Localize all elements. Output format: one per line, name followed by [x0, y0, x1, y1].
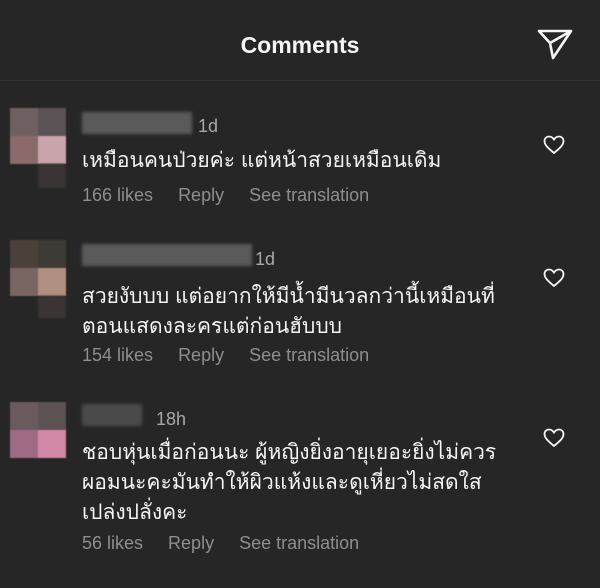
comment-text: ชอบหุ่นเมื่อก่อนนะ ผู้หญิงยิ่งอายุเยอะยิ…	[82, 438, 496, 528]
comment-meta: 166 likes Reply See translation	[82, 185, 389, 206]
reply-button[interactable]: Reply	[178, 345, 224, 365]
avatar[interactable]	[10, 108, 66, 164]
comment-line: ชอบหุ่นเมื่อก่อนนะ ผู้หญิงยิ่งอายุเยอะยิ…	[82, 441, 497, 464]
comment-time: 18h	[156, 409, 187, 429]
heart-outline-icon[interactable]	[543, 135, 565, 155]
reply-button[interactable]: Reply	[168, 533, 214, 553]
username[interactable]	[82, 244, 252, 268]
comment-time: 1d	[255, 249, 276, 269]
comment-text: เหมือนคนป่วยค่ะ แต่หน้าสวยเหมือนเดิม	[82, 146, 441, 176]
see-translation-button[interactable]: See translation	[249, 345, 369, 365]
heart-outline-icon[interactable]	[543, 428, 565, 448]
see-translation-button[interactable]: See translation	[249, 185, 369, 205]
header-bar: Comments	[0, 0, 600, 81]
likes-count[interactable]: 154 likes	[82, 345, 153, 365]
comment-meta: 56 likes Reply See translation	[82, 533, 379, 554]
comment-time: 1d	[198, 116, 219, 136]
comment-meta: 154 likes Reply See translation	[82, 345, 389, 366]
see-translation-button[interactable]: See translation	[239, 533, 359, 553]
avatar-fragment	[38, 164, 66, 188]
reply-button[interactable]: Reply	[178, 185, 224, 205]
comment-line: สวยงับบบ แต่อยากให้มีน้ำมีนวลกว่านี้เหมื…	[82, 285, 495, 308]
avatar[interactable]	[10, 402, 66, 458]
avatar-fragment	[38, 296, 66, 318]
comment-line: เปล่งปลั่งคะ	[82, 501, 188, 524]
username[interactable]	[82, 112, 192, 136]
page-title: Comments	[240, 32, 360, 58]
comment-line: ผอมนะคะมันทำให้ผิวแห้งและดูเหี่ยวไม่สดใส	[82, 471, 482, 494]
heart-outline-icon[interactable]	[543, 268, 565, 288]
likes-count[interactable]: 166 likes	[82, 185, 153, 205]
likes-count[interactable]: 56 likes	[82, 533, 143, 553]
paper-plane-icon[interactable]	[536, 27, 574, 61]
comment-text: สวยงับบบ แต่อยากให้มีน้ำมีนวลกว่านี้เหมื…	[82, 282, 495, 342]
username[interactable]	[82, 404, 142, 428]
comment-line: เหมือนคนป่วยค่ะ แต่หน้าสวยเหมือนเดิม	[82, 149, 442, 172]
avatar[interactable]	[10, 240, 66, 296]
comment-line: ตอนแสดงละครแต่ก่อนฮับบบ	[82, 315, 342, 338]
